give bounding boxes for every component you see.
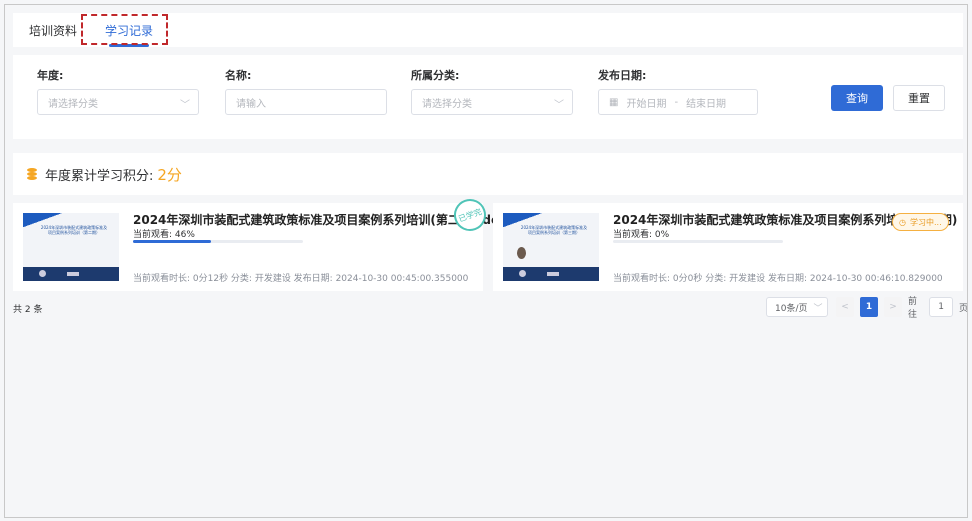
next-page-button[interactable]: > <box>884 297 902 317</box>
progress-fill <box>133 240 212 243</box>
name-filter: 名称: 请输入 <box>225 67 387 115</box>
date-filter: 发布日期: ▦ 开始日期 - 结束日期 <box>598 67 758 115</box>
course-card[interactable]: 2024年深圳市装配式建筑政策标准及项目案例系列培训（第二期） 2024年深圳市… <box>13 194 520 291</box>
completed-stamp: 已学完 <box>449 194 491 236</box>
progress-label: 当前观看: 0% <box>613 230 670 240</box>
year-select[interactable]: 请选择分类 ﹀ <box>37 89 199 115</box>
page-size-value: 10条/页 <box>775 303 808 314</box>
speaker-photo <box>517 247 526 259</box>
year-label: 年度: <box>37 69 64 82</box>
end-date-placeholder: 结束日期 <box>686 98 727 110</box>
page-1-button[interactable]: 1 <box>860 297 878 317</box>
chevron-down-icon: ﹀ <box>813 303 823 314</box>
total-count: 共 2 条 <box>13 305 43 315</box>
course-meta: 当前观看时长: 0分12秒 分类: 开发建设 发布日期: 2024-10-30 … <box>133 274 469 284</box>
thumbnail-title: 2024年深圳市装配式建筑政策标准及项目案例系列培训（第三期） <box>520 225 588 235</box>
in-progress-badge: ◷ 学习中... <box>892 213 949 231</box>
thumbnail-title: 2024年深圳市装配式建筑政策标准及项目案例系列培训（第二期） <box>40 225 108 235</box>
points-value: 2分 <box>157 165 182 184</box>
category-select[interactable]: 请选择分类 ﹀ <box>411 89 573 115</box>
progress-label: 当前观看: 46% <box>133 230 195 240</box>
start-date-placeholder: 开始日期 <box>626 98 667 110</box>
progress-bar <box>613 240 783 243</box>
status-text: 学习中... <box>909 217 942 227</box>
goto-unit: 页 <box>958 303 968 314</box>
chevron-down-icon: ﹀ <box>180 100 190 111</box>
category-label: 所属分类: <box>411 69 460 82</box>
year-filter: 年度: 请选择分类 ﹀ <box>37 67 199 115</box>
date-separator: - <box>674 96 679 108</box>
goto-page: 前往 1 页 <box>908 297 968 320</box>
filter-panel: 年度: 请选择分类 ﹀ 名称: 请输入 所属分类: 请选择分类 ﹀ 发布日期: … <box>13 55 963 139</box>
chevron-down-icon: ﹀ <box>554 100 564 111</box>
year-placeholder: 请选择分类 <box>48 98 98 110</box>
course-thumbnail[interactable]: 2024年深圳市装配式建筑政策标准及项目案例系列培训（第二期） <box>23 213 119 281</box>
points-summary: 年度累计学习积分: 2分 <box>13 153 963 195</box>
goto-input[interactable]: 1 <box>929 297 953 317</box>
course-thumbnail[interactable]: 2024年深圳市装配式建筑政策标准及项目案例系列培训（第三期） <box>503 213 599 281</box>
name-label: 名称: <box>225 69 252 82</box>
clock-icon: ◷ <box>899 217 906 227</box>
calendar-icon: ▦ <box>609 96 619 108</box>
progress-bar <box>133 240 303 243</box>
coins-icon <box>27 168 37 180</box>
course-meta: 当前观看时长: 0分0秒 分类: 开发建设 发布日期: 2024-10-30 0… <box>613 274 943 284</box>
category-filter: 所属分类: 请选择分类 ﹀ <box>411 67 573 115</box>
points-label: 年度累计学习积分: <box>45 168 154 184</box>
tab-bar: 培训资料 学习记录 <box>13 13 963 47</box>
app-frame: 培训资料 学习记录 年度: 请选择分类 ﹀ 名称: 请输入 所属分类: 请选择分… <box>4 4 968 518</box>
date-range-picker[interactable]: ▦ 开始日期 - 结束日期 <box>598 89 758 115</box>
thumbnail-footer <box>23 267 119 281</box>
course-card[interactable]: 2024年深圳市装配式建筑政策标准及项目案例系列培训（第三期） 2024年深圳市… <box>493 203 963 291</box>
date-label: 发布日期: <box>598 69 647 82</box>
name-placeholder: 请输入 <box>236 98 266 110</box>
category-placeholder: 请选择分类 <box>422 98 472 110</box>
tab-study-records[interactable]: 学习记录 <box>105 22 153 47</box>
prev-page-button[interactable]: < <box>836 297 854 317</box>
search-button[interactable]: 查询 <box>831 85 883 111</box>
page-size-select[interactable]: 10条/页 ﹀ <box>766 297 828 317</box>
reset-button[interactable]: 重置 <box>893 85 945 111</box>
name-input[interactable]: 请输入 <box>225 89 387 115</box>
thumbnail-footer <box>503 267 599 281</box>
goto-label: 前往 <box>908 297 918 320</box>
tab-training-materials[interactable]: 培训资料 <box>29 22 77 39</box>
